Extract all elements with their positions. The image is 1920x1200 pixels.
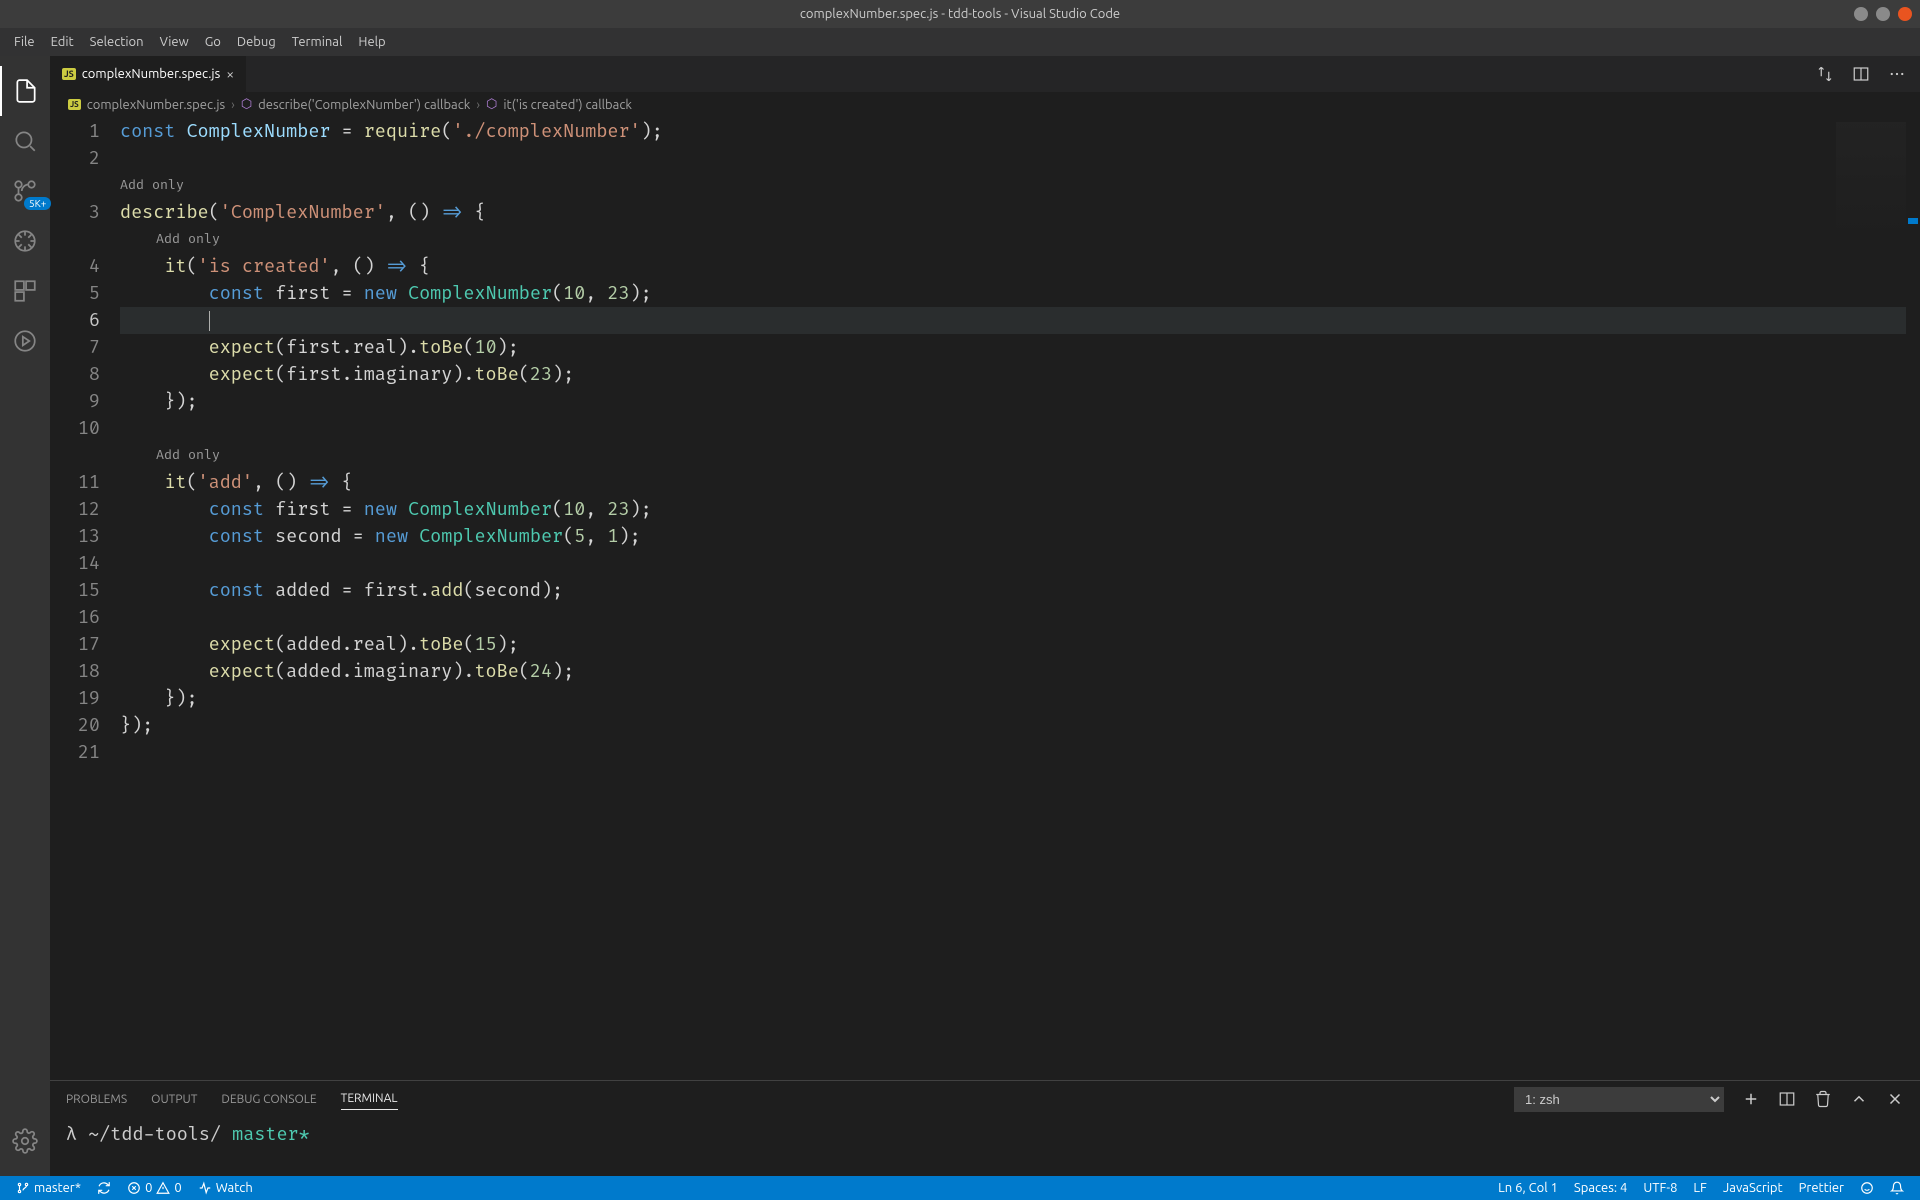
status-problems[interactable]: 0 0 <box>119 1181 190 1195</box>
close-panel-icon[interactable] <box>1886 1090 1904 1108</box>
activity-extensions[interactable] <box>0 266 50 316</box>
menu-file[interactable]: File <box>6 35 43 49</box>
activity-settings[interactable] <box>0 1116 50 1166</box>
minimap[interactable] <box>1836 122 1906 242</box>
status-language[interactable]: JavaScript <box>1715 1181 1791 1195</box>
scrollbar[interactable] <box>1906 118 1920 1080</box>
menubar: File Edit Selection View Go Debug Termin… <box>0 28 1920 56</box>
activity-debug[interactable] <box>0 216 50 266</box>
new-terminal-icon[interactable] <box>1742 1090 1760 1108</box>
split-editor-icon[interactable] <box>1852 65 1870 83</box>
status-prettier[interactable]: Prettier <box>1791 1181 1852 1195</box>
menu-go[interactable]: Go <box>197 35 229 49</box>
window-title: complexNumber.spec.js - tdd-tools - Visu… <box>800 7 1120 21</box>
search-icon <box>12 128 38 154</box>
method-icon: ⬡ <box>486 97 497 112</box>
tab-bar: JS complexNumber.spec.js × <box>50 56 1920 92</box>
menu-edit[interactable]: Edit <box>43 35 82 49</box>
sync-icon <box>97 1181 111 1195</box>
titlebar: complexNumber.spec.js - tdd-tools - Visu… <box>0 0 1920 28</box>
branch-icon <box>16 1181 30 1195</box>
panel-tabs: PROBLEMS OUTPUT DEBUG CONSOLE TERMINAL 1… <box>50 1081 1920 1117</box>
codelens-add-only[interactable]: Add only <box>120 172 1920 199</box>
compare-changes-icon[interactable] <box>1816 65 1834 83</box>
panel: PROBLEMS OUTPUT DEBUG CONSOLE TERMINAL 1… <box>50 1080 1920 1176</box>
menu-debug[interactable]: Debug <box>229 35 284 49</box>
menu-view[interactable]: View <box>152 35 197 49</box>
status-branch[interactable]: master* <box>8 1181 89 1195</box>
activitybar: 5K+ <box>0 56 50 1176</box>
breadcrumb[interactable]: JS complexNumber.spec.js › ⬡ describe('C… <box>50 92 1920 118</box>
smiley-icon <box>1860 1181 1874 1195</box>
menu-help[interactable]: Help <box>350 35 393 49</box>
terminal-prompt-path: ~/tdd-tools/ <box>77 1123 232 1146</box>
debug-icon <box>12 228 38 254</box>
chevron-right-icon: › <box>476 98 480 112</box>
code-content[interactable]: const ComplexNumber = require('./complex… <box>120 118 1920 1080</box>
panel-tab-debug-console[interactable]: DEBUG CONSOLE <box>221 1089 316 1110</box>
terminal-prompt-branch: master* <box>232 1123 310 1146</box>
method-icon: ⬡ <box>241 97 252 112</box>
panel-tab-output[interactable]: OUTPUT <box>151 1089 197 1110</box>
activity-search[interactable] <box>0 116 50 166</box>
breadcrumb-describe[interactable]: describe('ComplexNumber') callback <box>258 98 470 112</box>
status-encoding[interactable]: UTF-8 <box>1635 1181 1685 1195</box>
panel-tab-terminal[interactable]: TERMINAL <box>341 1088 398 1110</box>
split-terminal-icon[interactable] <box>1778 1090 1796 1108</box>
close-button[interactable] <box>1898 7 1912 21</box>
status-indentation[interactable]: Spaces: 4 <box>1566 1181 1635 1195</box>
js-file-icon: JS <box>68 99 81 110</box>
activity-explorer[interactable] <box>0 66 50 116</box>
scm-badge: 5K+ <box>24 197 51 210</box>
breadcrumb-it[interactable]: it('is created') callback <box>503 98 632 112</box>
gear-icon <box>12 1128 38 1154</box>
minimize-button[interactable] <box>1854 7 1868 21</box>
status-sync[interactable] <box>89 1181 119 1195</box>
maximize-button[interactable] <box>1876 7 1890 21</box>
editor-tab[interactable]: JS complexNumber.spec.js × <box>50 56 247 92</box>
statusbar: master* 0 0 Watch Ln 6, Col 1 Spaces: 4 … <box>0 1176 1920 1200</box>
codelens-add-only[interactable]: Add only <box>120 442 1920 469</box>
status-cursor-position[interactable]: Ln 6, Col 1 <box>1490 1181 1566 1195</box>
status-eol[interactable]: LF <box>1685 1181 1714 1195</box>
activity-test[interactable] <box>0 316 50 366</box>
terminal-select[interactable]: 1: zsh <box>1514 1087 1724 1112</box>
js-file-icon: JS <box>62 68 76 80</box>
menu-selection[interactable]: Selection <box>82 35 152 49</box>
codelens-add-only[interactable]: Add only <box>120 226 1920 253</box>
terminal-body[interactable]: λ ~/tdd-tools/ master* <box>50 1117 1920 1176</box>
more-actions-icon[interactable] <box>1888 65 1906 83</box>
editor[interactable]: 1 2 3 4 5 6 7 8 9 10 11 12 13 14 15 16 1… <box>50 118 1920 1080</box>
status-feedback[interactable] <box>1852 1181 1882 1195</box>
editor-area: JS complexNumber.spec.js × JS complexNum… <box>50 56 1920 1176</box>
maximize-panel-icon[interactable] <box>1850 1090 1868 1108</box>
text-cursor <box>209 311 210 331</box>
bell-icon <box>1890 1181 1904 1195</box>
extensions-icon <box>12 278 38 304</box>
editor-actions <box>1816 56 1920 92</box>
tab-filename: complexNumber.spec.js <box>82 67 220 81</box>
terminal-prompt-symbol: λ <box>66 1123 77 1146</box>
panel-tab-problems[interactable]: PROBLEMS <box>66 1089 127 1110</box>
status-notifications[interactable] <box>1882 1181 1912 1195</box>
menu-terminal[interactable]: Terminal <box>284 35 351 49</box>
activity-scm[interactable]: 5K+ <box>0 166 50 216</box>
watch-icon <box>198 1181 212 1195</box>
play-circle-icon <box>12 328 38 354</box>
files-icon <box>13 78 39 104</box>
window-controls <box>1854 7 1912 21</box>
line-gutter: 1 2 3 4 5 6 7 8 9 10 11 12 13 14 15 16 1… <box>50 118 120 1080</box>
chevron-right-icon: › <box>231 98 235 112</box>
warning-icon <box>156 1181 170 1195</box>
breadcrumb-file[interactable]: complexNumber.spec.js <box>87 98 225 112</box>
error-icon <box>127 1181 141 1195</box>
status-watch[interactable]: Watch <box>190 1181 261 1195</box>
tab-close-button[interactable]: × <box>226 66 234 82</box>
kill-terminal-icon[interactable] <box>1814 1090 1832 1108</box>
